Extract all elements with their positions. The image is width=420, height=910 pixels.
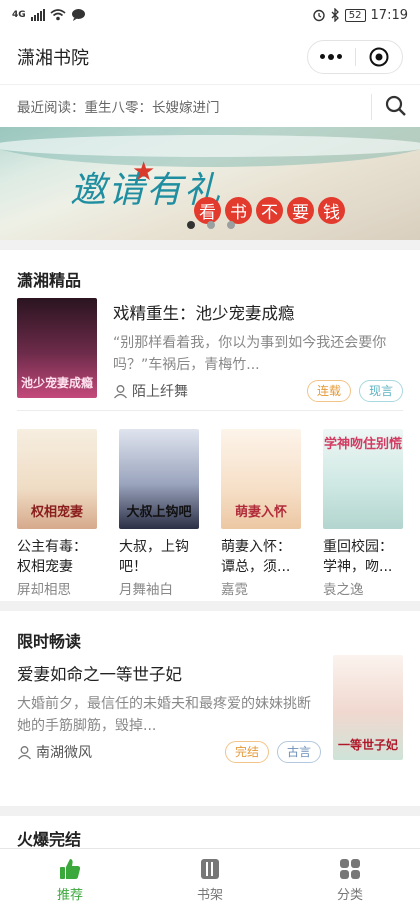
author-name: 南湖微风 xyxy=(36,745,92,761)
book-description: “别那样看着我，你以为事到如今我还会要你吗？”车祸后，青梅竹... xyxy=(113,335,387,373)
book-author: 南湖微风 xyxy=(17,742,92,762)
pager-dot-active[interactable] xyxy=(187,221,195,229)
cover-title: 一等世子妃 xyxy=(337,737,398,752)
banner-char: 看 xyxy=(194,197,221,224)
banner-char: 钱 xyxy=(318,197,345,224)
grid-book[interactable]: 权相宠妻 公主有毒：权相宠妻 屏却相思 xyxy=(17,429,97,601)
book-author: 屏却相思 xyxy=(17,582,71,598)
banner-pager xyxy=(187,221,235,229)
book-author: 嘉霓 xyxy=(221,582,248,598)
book-author: 袁之逸 xyxy=(323,582,364,598)
tab-category[interactable]: 分类 xyxy=(280,849,420,910)
status-tag: 完结 xyxy=(224,741,269,763)
bottom-tab-bar: 推荐 书架 分类 xyxy=(0,848,420,910)
pager-dot[interactable] xyxy=(207,221,215,229)
status-bar: 4G 52 17:19 xyxy=(0,0,420,30)
cover-title: 学神吻住别慌 xyxy=(323,437,402,452)
genre-tag: 古言 xyxy=(276,741,321,763)
book-description: 大婚前夕，最信任的未婚夫和最疼爱的妹妹挑断她的手筋脚筋，毁掉... xyxy=(17,696,311,734)
grid-book[interactable]: 大叔上钩吧 大叔，上钩吧！ 月舞袖白 xyxy=(119,429,199,601)
search-button[interactable] xyxy=(382,92,410,120)
app-bar: 潇湘书院 xyxy=(0,30,420,85)
starfish-icon: ★ xyxy=(132,157,156,187)
bluetooth-icon xyxy=(331,8,339,22)
pager-dot[interactable] xyxy=(227,221,235,229)
tab-recommend[interactable]: 推荐 xyxy=(0,849,140,910)
cover-title: 大叔上钩吧 xyxy=(126,505,192,521)
limited-book[interactable]: 爱妻如命之一等世子妃 大婚前夕，最信任的未婚夫和最疼爱的妹妹挑断她的手筋脚筋，毁… xyxy=(0,655,420,785)
more-icon xyxy=(320,54,343,60)
grid-book[interactable]: 萌妻入怀 萌妻入怀：谭总，须... 嘉霓 xyxy=(221,429,301,601)
grid-book[interactable]: 学神吻住别慌 重回校园：学神，吻... 袁之逸 xyxy=(323,429,403,601)
search-icon xyxy=(385,95,406,116)
recent-reading-bar[interactable]: 最近阅读：重生八零：长嫂嫁进门 xyxy=(0,85,420,127)
tab-label: 分类 xyxy=(336,887,363,903)
featured-book[interactable]: 池少宠妻成瘾 戏精重生：池少宠妻成瘾 “别那样看着我，你以为事到如今我还会要你吗… xyxy=(0,298,420,406)
book-cover[interactable]: 学神吻住别慌 xyxy=(323,429,403,529)
section-title-limited: 限时畅读 xyxy=(17,632,82,651)
book-title[interactable]: 戏精重生：池少宠妻成瘾 xyxy=(113,300,403,324)
cover-title: 池少宠妻成瘾 xyxy=(20,375,93,390)
book-title[interactable]: 萌妻入怀：谭总，须... xyxy=(221,537,301,577)
book-grid: 权相宠妻 公主有毒：权相宠妻 屏却相思 大叔上钩吧 大叔，上钩吧！ 月舞袖白 萌… xyxy=(0,411,420,601)
cover-title: 萌妻入怀 xyxy=(234,505,287,521)
more-button[interactable] xyxy=(308,41,355,73)
carrier-label: 4G xyxy=(12,10,26,20)
banner-char: 要 xyxy=(287,197,314,224)
alarm-icon xyxy=(313,9,325,22)
recent-reading-text[interactable]: 最近阅读：重生八零：长嫂嫁进门 xyxy=(17,96,220,116)
section-title-completed: 火爆完结 xyxy=(17,830,82,849)
book-cover[interactable]: 大叔上钩吧 xyxy=(119,429,199,529)
book-title[interactable]: 公主有毒：权相宠妻 xyxy=(17,537,97,577)
bookshelf-icon xyxy=(201,858,219,879)
tab-bookshelf[interactable]: 书架 xyxy=(140,849,280,910)
cover-title: 权相宠妻 xyxy=(30,505,83,521)
promo-banner[interactable]: 邀请有礼 ★ 看 书 不 要 钱 xyxy=(0,127,420,240)
book-author: 陌上纤舞 xyxy=(113,381,188,401)
app-title: 潇湘书院 xyxy=(17,48,89,69)
book-author: 月舞袖白 xyxy=(119,582,173,598)
mini-program-capsule xyxy=(307,40,403,74)
wifi-icon xyxy=(50,9,66,21)
section-title-featured: 潇湘精品 xyxy=(17,271,82,290)
banner-char: 不 xyxy=(256,197,283,224)
close-button[interactable] xyxy=(356,41,403,73)
thumbs-up-icon xyxy=(60,858,81,879)
book-title[interactable]: 爱妻如命之一等世子妃 xyxy=(17,661,321,685)
banner-char: 书 xyxy=(225,197,252,224)
book-title[interactable]: 大叔，上钩吧！ xyxy=(119,537,199,577)
book-cover[interactable]: 一等世子妃 xyxy=(333,655,403,760)
chat-icon xyxy=(71,9,85,21)
user-icon xyxy=(114,384,127,398)
grid-icon xyxy=(340,858,360,879)
section-gap xyxy=(0,240,420,250)
banner-foam xyxy=(0,135,420,157)
book-title[interactable]: 重回校园：学神，吻... xyxy=(323,537,403,577)
tab-label: 书架 xyxy=(196,887,223,903)
section-gap xyxy=(0,806,420,816)
user-icon xyxy=(18,745,31,759)
battery-icon: 52 xyxy=(344,8,366,22)
book-cover[interactable]: 权相宠妻 xyxy=(17,429,97,529)
tab-label: 推荐 xyxy=(56,887,83,903)
book-cover[interactable]: 萌妻入怀 xyxy=(221,429,301,529)
book-cover[interactable]: 池少宠妻成瘾 xyxy=(17,298,97,398)
author-name: 陌上纤舞 xyxy=(132,384,188,400)
status-tag: 连载 xyxy=(306,380,351,402)
signal-icon xyxy=(30,9,45,21)
recent-divider xyxy=(371,94,372,120)
section-gap xyxy=(0,601,420,611)
clock-time: 17:19 xyxy=(370,7,408,23)
banner-slogan: 看 书 不 要 钱 xyxy=(194,197,345,224)
target-close-icon xyxy=(369,47,389,67)
genre-tag: 现言 xyxy=(358,380,403,402)
